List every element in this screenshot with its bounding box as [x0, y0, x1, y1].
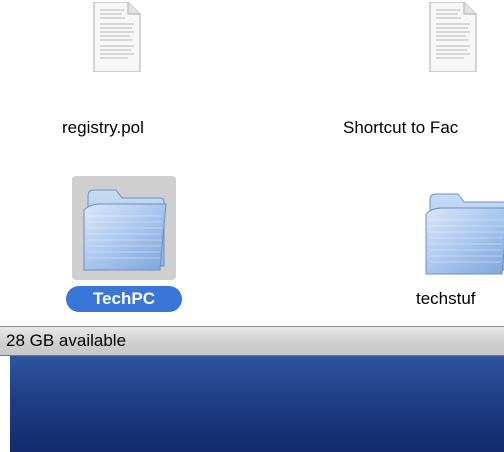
- folder-label: TechPC: [92, 289, 156, 308]
- status-bar: 28 GB available: [0, 326, 504, 356]
- file-label: Shortcut to Fac: [343, 118, 459, 137]
- document-icon: [428, 2, 478, 72]
- file-label: registry.pol: [62, 118, 144, 137]
- folder-icon: [422, 190, 504, 276]
- disk-available-text: 28 GB available: [6, 331, 127, 350]
- folder-label: techstuf: [416, 289, 476, 308]
- finder-window: registry.pol Shortcut to Fac TechPC tech…: [0, 0, 504, 326]
- folder-icon: [80, 186, 168, 272]
- document-icon: [92, 2, 142, 72]
- desktop-background[interactable]: [0, 356, 504, 452]
- window-edge: [0, 356, 10, 452]
